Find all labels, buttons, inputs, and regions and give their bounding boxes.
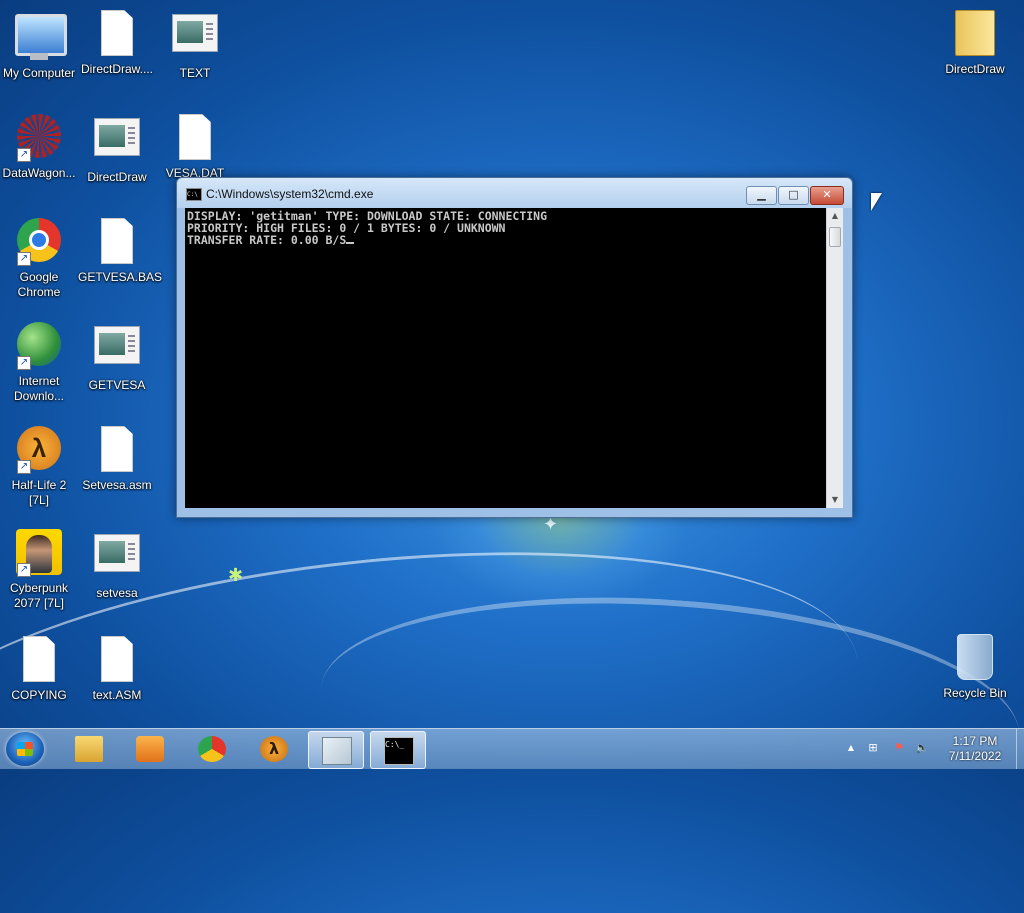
desktop-icon-label: Google Chrome bbox=[17, 270, 61, 299]
media-player-icon bbox=[136, 736, 164, 762]
scrollbar-thumb[interactable] bbox=[829, 227, 841, 247]
console-text: DISPLAY: 'getitman' TYPE: DOWNLOAD STATE… bbox=[187, 210, 547, 246]
recycle-bin-icon bbox=[957, 634, 993, 680]
start-button[interactable] bbox=[6, 732, 44, 766]
desktop-icon-label: GETVESA.BAS bbox=[78, 270, 163, 284]
desktop-icon-internet-download-manager[interactable]: ↗ Internet Downlo... bbox=[0, 320, 78, 404]
desktop-icon-datawagon[interactable]: ↗ DataWagon... bbox=[0, 112, 78, 181]
desktop-icon-getvesa[interactable]: GETVESA bbox=[78, 320, 156, 393]
taskbar-item-command-prompt[interactable]: C:\_ bbox=[370, 731, 426, 769]
taskbar: λ C:\_ ▲ ⊞ ⚑ 🔈 1:17 PM 7/11/2022 bbox=[0, 728, 1024, 769]
notepad-icon bbox=[322, 737, 352, 765]
show-desktop-button[interactable] bbox=[1016, 729, 1024, 769]
taskbar-item-windows-explorer[interactable] bbox=[62, 731, 116, 767]
shortcut-arrow-icon: ↗ bbox=[17, 148, 31, 162]
taskbar-item-media-player[interactable] bbox=[123, 731, 177, 767]
computer-icon bbox=[15, 14, 67, 60]
window-titlebar[interactable]: C:\ C:\Windows\system32\cmd.exe ▁ □ ✕ bbox=[177, 178, 852, 208]
desktop-icon-label: DirectDraw bbox=[945, 62, 1005, 76]
terminal-icon[interactable]: C:\ bbox=[186, 188, 202, 201]
document-icon bbox=[101, 218, 133, 264]
desktop-icon-label: COPYING bbox=[11, 688, 67, 702]
desktop-icon-text-asm[interactable]: text.ASM bbox=[78, 634, 156, 703]
console-line-text: TRANSFER RATE: 0.00 B/S bbox=[187, 233, 347, 247]
desktop-icon-setvesa[interactable]: setvesa bbox=[78, 528, 156, 601]
desktop-icon-label: Internet Downlo... bbox=[13, 374, 65, 403]
application-icon bbox=[94, 326, 140, 364]
desktop-icon-label: TEXT bbox=[179, 66, 211, 80]
desktop-icon-copying[interactable]: COPYING bbox=[0, 634, 78, 703]
desktop-icon-label: setvesa bbox=[96, 586, 138, 600]
desktop-icon-label: Cyberpunk 2077 [7L] bbox=[9, 581, 69, 610]
desktop-icon-getvesa-bas[interactable]: GETVESA.BAS bbox=[78, 216, 163, 285]
document-icon bbox=[23, 636, 55, 682]
application-icon bbox=[172, 14, 218, 52]
close-button[interactable]: ✕ bbox=[810, 186, 844, 205]
desktop-icon-label: text.ASM bbox=[92, 688, 142, 702]
desktop-icon-label: DirectDraw bbox=[87, 170, 147, 184]
network-icon[interactable]: ⊞ bbox=[866, 741, 880, 755]
wallpaper-sparkle: ✱ bbox=[228, 565, 244, 586]
taskbar-item-half-life-2[interactable]: λ bbox=[247, 731, 301, 767]
clock-time: 1:17 PM bbox=[952, 734, 998, 748]
system-clock[interactable]: 1:17 PM 7/11/2022 bbox=[935, 734, 1015, 764]
maximize-button[interactable]: □ bbox=[778, 186, 809, 205]
desktop-icon-label: Recycle Bin bbox=[943, 686, 1007, 700]
document-icon bbox=[101, 636, 133, 682]
desktop-icon-label: DirectDraw.... bbox=[80, 62, 153, 76]
taskbar-item-google-chrome[interactable] bbox=[185, 731, 239, 767]
desktop-icon-half-life-2[interactable]: λ ↗ Half-Life 2 [7L] bbox=[0, 424, 78, 508]
folder-icon bbox=[955, 10, 995, 56]
mouse-pointer-icon bbox=[871, 193, 882, 211]
desktop-icon-text[interactable]: TEXT bbox=[156, 8, 234, 81]
taskbar-item-notepad[interactable] bbox=[308, 731, 364, 769]
text-cursor bbox=[346, 242, 355, 244]
document-icon bbox=[101, 10, 133, 56]
shortcut-arrow-icon: ↗ bbox=[17, 252, 31, 266]
scroll-up-arrow-icon[interactable]: ▲ bbox=[827, 208, 843, 224]
desktop-icon-setvesa-asm[interactable]: Setvesa.asm bbox=[78, 424, 156, 493]
console-output[interactable]: DISPLAY: 'getitman' TYPE: DOWNLOAD STATE… bbox=[185, 208, 826, 508]
desktop-icon-my-computer[interactable]: My Computer bbox=[0, 8, 78, 81]
terminal-icon: C:\_ bbox=[384, 737, 414, 765]
desktop-icon-label: GETVESA bbox=[88, 378, 146, 392]
window-title: C:\Windows\system32\cmd.exe bbox=[206, 187, 374, 201]
application-icon bbox=[94, 118, 140, 156]
document-icon bbox=[179, 114, 211, 160]
shortcut-arrow-icon: ↗ bbox=[17, 356, 31, 370]
console-line: TRANSFER RATE: 0.00 B/S bbox=[187, 234, 547, 246]
cmd-window[interactable]: C:\ C:\Windows\system32\cmd.exe ▁ □ ✕ DI… bbox=[176, 177, 853, 518]
volume-icon[interactable]: 🔈 bbox=[915, 741, 929, 755]
desktop-icon-label: My Computer bbox=[2, 66, 76, 80]
action-center-flag-icon[interactable]: ⚑ bbox=[892, 741, 906, 755]
desktop-icon-label: Setvesa.asm bbox=[82, 478, 152, 492]
desktop-icon-directdraw-file[interactable]: DirectDraw.... bbox=[78, 8, 156, 77]
desktop-icon-directdraw-folder[interactable]: DirectDraw bbox=[936, 8, 1014, 77]
desktop-icon-label: Half-Life 2 [7L] bbox=[11, 478, 67, 507]
folder-icon bbox=[75, 736, 103, 762]
vertical-scrollbar[interactable]: ▲ ▼ bbox=[826, 208, 843, 508]
desktop-icon-google-chrome[interactable]: ↗ Google Chrome bbox=[0, 216, 78, 300]
half-life-icon: λ bbox=[260, 736, 288, 762]
show-hidden-icons-button[interactable]: ▲ bbox=[844, 741, 858, 755]
desktop-icon-label: DataWagon... bbox=[2, 166, 76, 180]
desktop-icon-cyberpunk-2077[interactable]: ↗ Cyberpunk 2077 [7L] bbox=[0, 528, 78, 611]
shortcut-arrow-icon: ↗ bbox=[17, 460, 31, 474]
desktop-icon-vesa-dat[interactable]: VESA.DAT bbox=[156, 112, 234, 181]
wallpaper-swoosh bbox=[312, 575, 1024, 851]
chrome-icon bbox=[198, 736, 226, 762]
application-icon bbox=[94, 534, 140, 572]
desktop-icon-recycle-bin[interactable]: Recycle Bin bbox=[936, 632, 1014, 701]
desktop-icon-directdraw-app[interactable]: DirectDraw bbox=[78, 112, 156, 185]
minimize-button[interactable]: ▁ bbox=[746, 186, 777, 205]
shortcut-arrow-icon: ↗ bbox=[17, 563, 31, 577]
clock-date: 7/11/2022 bbox=[948, 749, 1002, 763]
scroll-down-arrow-icon[interactable]: ▼ bbox=[827, 492, 843, 508]
document-icon bbox=[101, 426, 133, 472]
